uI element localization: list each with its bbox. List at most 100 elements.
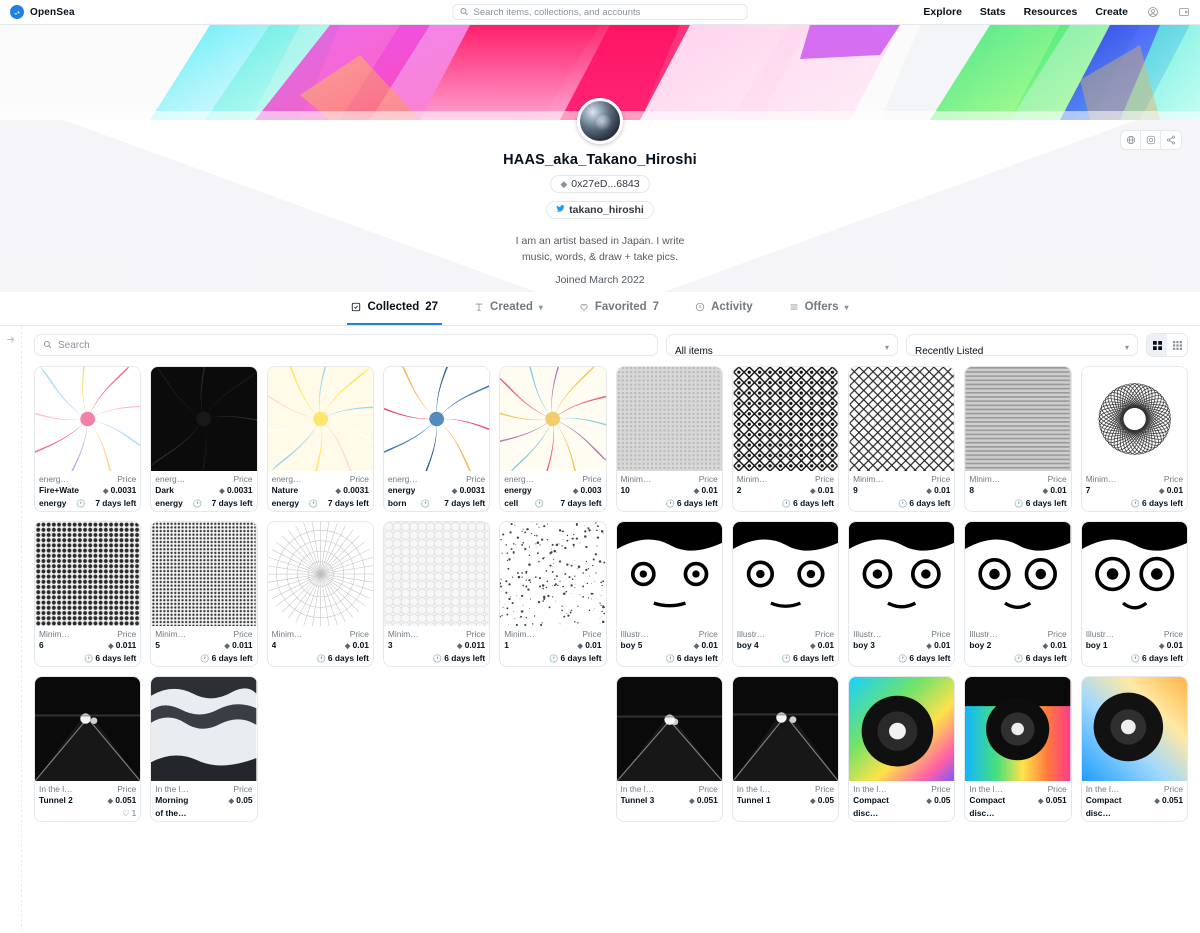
nft-thumbnail[interactable] <box>849 677 954 781</box>
nft-card[interactable]: Illustr… Price boy 3 ◆ 0.01 🕐 6 days left <box>848 521 955 667</box>
opensea-logo-link[interactable]: OpenSea <box>10 5 75 19</box>
nft-price-label: Price <box>931 784 950 795</box>
nft-card[interactable]: In the l… Price Compact ◆ 0.051 disc… <box>964 676 1071 822</box>
nft-card[interactable]: Illustr… Price boy 5 ◆ 0.01 🕐 6 days left <box>616 521 723 667</box>
nft-thumbnail[interactable] <box>151 367 256 471</box>
nft-card[interactable]: In the l… Price Compact ◆ 0.05 disc… <box>848 676 955 822</box>
nft-thumbnail[interactable] <box>617 522 722 626</box>
nft-card[interactable]: Illustr… Price boy 2 ◆ 0.01 🕐 6 days left <box>964 521 1071 667</box>
twitter-link-pill[interactable]: takano_hiroshi <box>546 201 654 219</box>
wallet-address-pill[interactable]: ◆ 0x27eD...6843 <box>550 175 649 193</box>
nft-card[interactable]: In the l… Price Compact ◆ 0.051 disc… <box>1081 676 1188 822</box>
nft-footer: disc… <box>1086 807 1183 819</box>
nft-card[interactable]: Minim… Price 5 ◆ 0.011 🕐 6 days left <box>150 521 257 667</box>
grid-small-icon[interactable] <box>1167 334 1187 356</box>
tab-created-label: Created <box>490 301 533 313</box>
tab-favorited[interactable]: Favorited 7 <box>575 292 663 325</box>
nft-thumbnail[interactable] <box>268 522 373 626</box>
nft-card[interactable]: Minim… Price 7 ◆ 0.01 🕐 6 days left <box>1081 366 1188 512</box>
nft-thumbnail[interactable] <box>500 522 605 626</box>
nft-thumbnail[interactable] <box>617 367 722 471</box>
nav-link-create[interactable]: Create <box>1095 6 1128 18</box>
nav-link-explore[interactable]: Explore <box>923 6 962 18</box>
nft-thumbnail[interactable] <box>1082 677 1187 781</box>
nft-thumbnail[interactable] <box>35 522 140 626</box>
sort-filter-dropdown[interactable]: Recently Listed ▾ <box>906 334 1138 356</box>
avatar[interactable] <box>577 98 623 144</box>
global-search-box[interactable] <box>453 4 748 20</box>
nft-time-left: 6 days left <box>677 653 718 664</box>
nft-thumbnail[interactable] <box>151 522 256 626</box>
global-search-input[interactable] <box>474 7 741 18</box>
page-title: HAAS_aka_Takano_Hiroshi <box>0 152 1200 168</box>
nft-card[interactable]: Illustr… Price boy 4 ◆ 0.01 🕐 6 days left <box>732 521 839 667</box>
nft-footer: energy 🕐 7 days left <box>272 497 369 509</box>
tab-created[interactable]: Created ▾ <box>470 292 547 325</box>
nft-thumbnail[interactable] <box>35 677 140 781</box>
nft-thumbnail[interactable] <box>733 367 838 471</box>
nft-item-name: boy 5 <box>621 640 643 651</box>
tab-collected[interactable]: Collected 27 <box>347 292 442 325</box>
nft-card[interactable]: Minim… Price 2 ◆ 0.01 🕐 6 days left <box>732 366 839 512</box>
nft-meta: Minim… Price 6 ◆ 0.011 🕐 6 days left <box>35 626 140 666</box>
nft-thumbnail[interactable] <box>384 367 489 471</box>
nft-collection-name: In the l… <box>1086 784 1120 795</box>
nft-card[interactable]: Minim… Price 4 ◆ 0.01 🕐 6 days left <box>267 521 374 667</box>
nft-thumbnail[interactable] <box>965 367 1070 471</box>
nft-price-label: Price <box>1048 629 1067 640</box>
grid-large-icon[interactable] <box>1147 334 1167 356</box>
nav-link-resources[interactable]: Resources <box>1024 6 1078 18</box>
nft-collection-name: Minim… <box>969 474 1000 485</box>
nft-card[interactable]: energ… Price Fire+Wate ◆ 0.0031 energy 🕐… <box>34 366 141 512</box>
nft-thumbnail[interactable] <box>617 677 722 781</box>
nav-link-stats[interactable]: Stats <box>980 6 1006 18</box>
nft-meta: energ… Price energy ◆ 0.003 cell 🕐 7 days… <box>500 471 605 511</box>
nft-thumbnail[interactable] <box>1082 522 1187 626</box>
nft-card[interactable]: In the l… Price Tunnel 1 ◆ 0.05 <box>732 676 839 822</box>
nft-thumbnail[interactable] <box>35 367 140 471</box>
wallet-icon[interactable] <box>1177 6 1190 19</box>
nft-thumbnail[interactable] <box>151 677 256 781</box>
nft-thumbnail[interactable] <box>268 367 373 471</box>
nft-card[interactable]: energ… Price Dark ◆ 0.0031 energy 🕐 7 day… <box>150 366 257 512</box>
tab-activity[interactable]: Activity <box>691 292 757 325</box>
nft-thumbnail[interactable] <box>965 677 1070 781</box>
nft-card[interactable]: In the l… Price Tunnel 3 ◆ 0.051 <box>616 676 723 822</box>
nft-thumbnail[interactable] <box>1082 367 1187 471</box>
arrow-right-icon[interactable] <box>5 334 16 348</box>
nft-card[interactable]: Minim… Price 3 ◆ 0.011 🕐 6 days left <box>383 521 490 667</box>
nft-collection-name: In the l… <box>621 784 655 795</box>
filter-rail-toggle[interactable] <box>0 326 22 933</box>
nft-card[interactable]: Minim… Price 6 ◆ 0.011 🕐 6 days left <box>34 521 141 667</box>
collection-search-input[interactable] <box>58 340 649 351</box>
account-icon[interactable] <box>1146 6 1159 19</box>
nft-time-left: 6 days left <box>95 653 136 664</box>
nft-card[interactable]: Minim… Price 1 ◆ 0.01 🕐 6 days left <box>499 521 606 667</box>
items-filter-dropdown[interactable]: All items ▾ <box>666 334 898 356</box>
nft-card[interactable]: In the l… Price Morning ◆ 0.05 of the… <box>150 676 257 822</box>
nft-thumbnail[interactable] <box>733 677 838 781</box>
nft-thumbnail[interactable] <box>384 522 489 626</box>
nft-card[interactable]: Minim… Price 9 ◆ 0.01 🕐 6 days left <box>848 366 955 512</box>
nft-card[interactable]: In the l… Price Tunnel 2 ◆ 0.051 ♡ 1 <box>34 676 141 822</box>
nft-thumbnail[interactable] <box>965 522 1070 626</box>
nft-card[interactable]: Illustr… Price boy 1 ◆ 0.01 🕐 6 days left <box>1081 521 1188 667</box>
nft-thumbnail[interactable] <box>733 522 838 626</box>
clock-icon: 🕐 <box>1131 498 1140 509</box>
nft-card[interactable]: energ… Price energy ◆ 0.003 cell 🕐 7 days… <box>499 366 606 512</box>
collection-search-box[interactable] <box>34 334 658 356</box>
nft-item-name-line2: energy <box>155 498 182 509</box>
nft-card[interactable]: Minim… Price 8 ◆ 0.01 🕐 6 days left <box>964 366 1071 512</box>
tab-offers[interactable]: Offers ▾ <box>785 292 853 325</box>
globe-icon[interactable] <box>1121 131 1141 149</box>
nft-collection-name: Minim… <box>737 474 768 485</box>
nft-card[interactable]: Minim… Price 10 ◆ 0.01 🕐 6 days left <box>616 366 723 512</box>
nft-thumbnail[interactable] <box>849 367 954 471</box>
nft-thumbnail[interactable] <box>500 367 605 471</box>
share-icon[interactable] <box>1161 131 1181 149</box>
nft-card[interactable]: energ… Price energy ◆ 0.0031 born 🕐 7 day… <box>383 366 490 512</box>
nft-card[interactable]: energ… Price Nature ◆ 0.0031 energy 🕐 7 d… <box>267 366 374 512</box>
nft-price-value: ◆ 0.01 <box>577 640 601 652</box>
nft-thumbnail[interactable] <box>849 522 954 626</box>
instagram-icon[interactable] <box>1141 131 1161 149</box>
